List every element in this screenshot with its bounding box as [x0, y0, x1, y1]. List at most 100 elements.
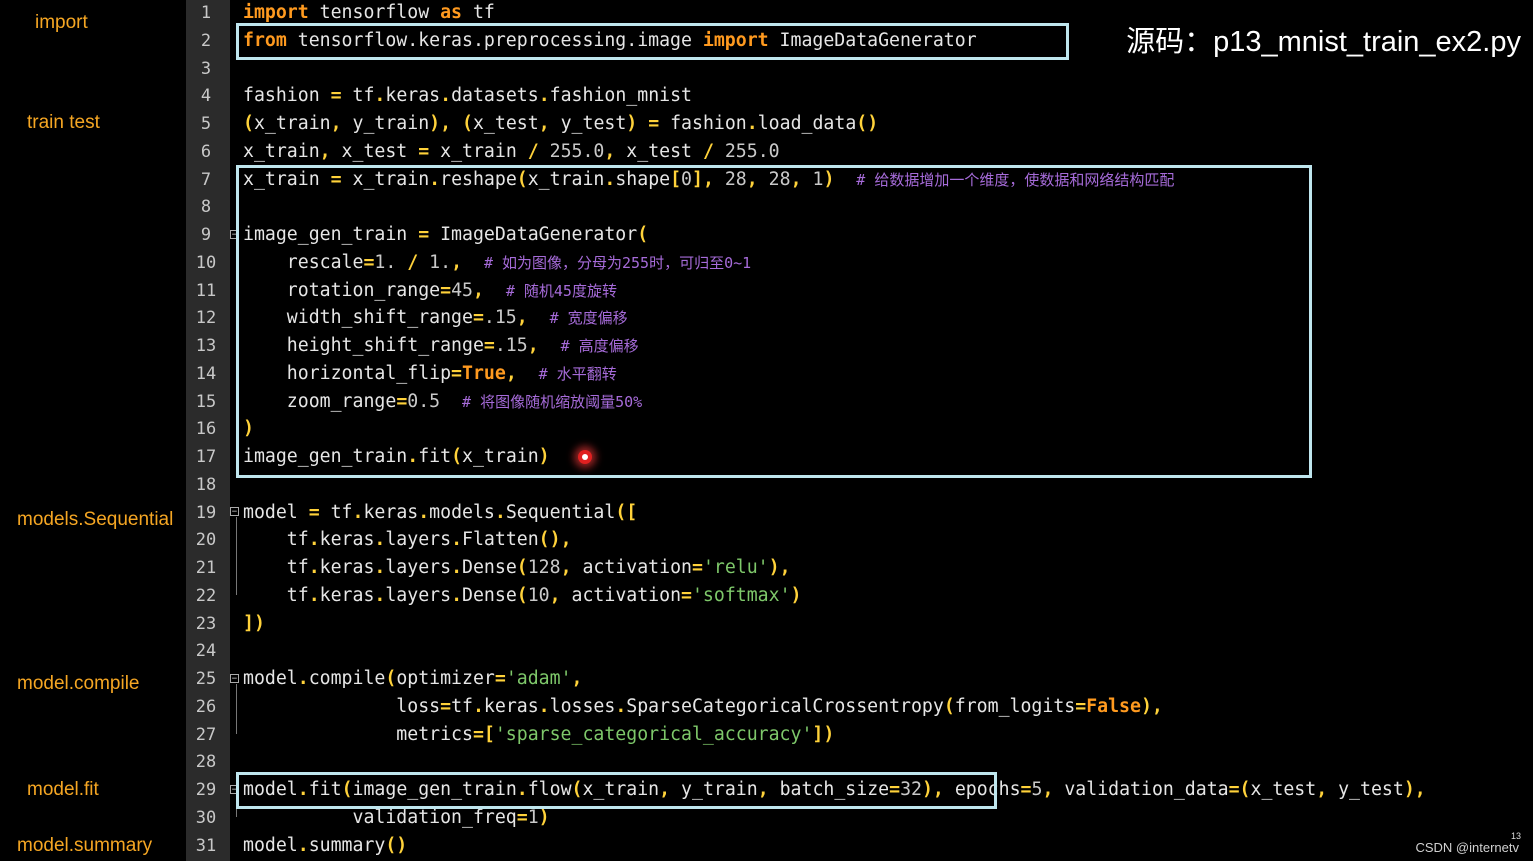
- line-number: 12: [195, 308, 217, 329]
- code-token: 'adam': [505, 668, 572, 689]
- code-token: (: [385, 668, 397, 689]
- highlight-box-import: [236, 23, 1069, 60]
- line-number: 6: [200, 141, 212, 162]
- code-token: validation_freq: [243, 806, 517, 828]
- code-token: activation: [560, 584, 682, 606]
- code-token: tf: [341, 85, 375, 107]
- code-token: tf: [243, 584, 309, 606]
- line-number: 20: [195, 530, 217, 551]
- code-token: model: [243, 834, 298, 856]
- code-token: =: [1228, 779, 1240, 800]
- code-token: ): [790, 584, 802, 606]
- code-token: .: [297, 668, 309, 689]
- code-token: .: [451, 529, 463, 551]
- code-token: ),: [1403, 779, 1426, 800]
- code-token: x_train: [243, 140, 320, 162]
- code-token: False: [1086, 695, 1141, 717]
- line-number: 8: [200, 197, 212, 218]
- code-token: keras: [319, 529, 375, 551]
- code-token: keras: [319, 557, 375, 578]
- line-number: 29: [195, 780, 217, 800]
- code-token: (: [243, 113, 254, 134]
- line-number: 30: [195, 807, 217, 828]
- code-token: .: [308, 529, 320, 551]
- line-number: 24: [195, 641, 217, 662]
- code-token: ,: [604, 140, 616, 162]
- code-token: y_test: [1327, 779, 1404, 800]
- line-number: 10: [195, 252, 217, 273]
- label-train-test: train test: [27, 112, 100, 133]
- code-token: ),: [1140, 695, 1163, 717]
- code-token: validation_data: [1053, 779, 1229, 800]
- code-line: tf.keras.layers.Dense(128, activation='r…: [243, 554, 791, 582]
- code-token: ,: [1316, 779, 1328, 800]
- pointer-cursor-icon: [578, 450, 592, 464]
- code-token: ),: [429, 113, 452, 134]
- code-token: (: [516, 584, 528, 606]
- label-sequential: models.Sequential: [17, 509, 174, 530]
- code-token: tf: [243, 557, 309, 578]
- code-token: keras: [385, 85, 441, 107]
- code-line: ]): [243, 610, 265, 638]
- code-token: ]): [812, 723, 835, 745]
- code-token: [: [483, 723, 495, 745]
- fold-toggle-icon[interactable]: −: [230, 507, 239, 517]
- code-token: .: [746, 113, 758, 134]
- code-token: ): [626, 113, 638, 134]
- code-token: datasets: [451, 85, 539, 107]
- line-number: 18: [195, 474, 217, 495]
- code-token: fashion_mnist: [549, 85, 692, 107]
- code-token: 'sparse_categorical_accuracy': [494, 723, 813, 745]
- code-line: tf.keras.layers.Dense(10, activation='so…: [243, 582, 802, 610]
- code-token: summary: [308, 834, 386, 856]
- line-number: 4: [200, 86, 212, 107]
- fold-toggle-icon[interactable]: −: [230, 674, 239, 684]
- code-token: (: [462, 113, 473, 134]
- code-token: layers: [385, 584, 452, 606]
- code-token: /: [702, 140, 714, 162]
- code-token: .: [374, 557, 386, 578]
- line-number: 15: [195, 391, 217, 412]
- code-token: =: [418, 140, 430, 162]
- line-number: 2: [200, 30, 212, 51]
- code-token: .: [451, 557, 463, 578]
- code-token: load_data: [757, 113, 857, 134]
- code-token: tf: [451, 695, 473, 717]
- code-token: tf: [319, 501, 353, 523]
- line-number: 17: [195, 447, 217, 467]
- code-token: 255.0: [713, 140, 780, 162]
- line-number: 3: [200, 58, 212, 79]
- code-token: x_test: [330, 140, 419, 162]
- code-token: ),: [768, 557, 791, 578]
- code-token: =: [1020, 779, 1032, 800]
- code-token: tensorflow: [308, 2, 441, 23]
- code-token: fashion: [659, 113, 747, 134]
- code-token: .: [297, 834, 309, 856]
- code-token: activation: [571, 557, 692, 578]
- code-line: fashion = tf.keras.datasets.fashion_mnis…: [243, 82, 692, 110]
- line-number: 28: [195, 752, 217, 773]
- line-number: 14: [195, 363, 217, 384]
- line-number: 31: [195, 835, 217, 856]
- code-token: =: [440, 695, 452, 717]
- code-token: .: [374, 529, 386, 551]
- watermark: CSDN @internetv: [1415, 840, 1519, 855]
- code-token: .: [374, 85, 386, 107]
- code-token: import: [243, 2, 309, 23]
- fold-guide: [236, 684, 237, 734]
- code-token: losses: [549, 695, 616, 717]
- line-number: 25: [195, 669, 217, 689]
- code-token: ]): [243, 612, 265, 634]
- code-token: /: [527, 140, 539, 162]
- code-token: y_test: [549, 113, 627, 134]
- code-token: 10: [527, 584, 550, 606]
- code-line: loss=tf.keras.losses.SparseCategoricalCr…: [243, 693, 1163, 721]
- code-token: .: [615, 695, 627, 717]
- code-token: ,: [319, 140, 331, 162]
- code-line: tf.keras.layers.Flatten(),: [243, 526, 572, 554]
- code-token: keras: [319, 584, 375, 606]
- label-summary: model.summary: [17, 835, 153, 856]
- code-token: as: [440, 2, 463, 23]
- code-token: Dense: [462, 557, 517, 578]
